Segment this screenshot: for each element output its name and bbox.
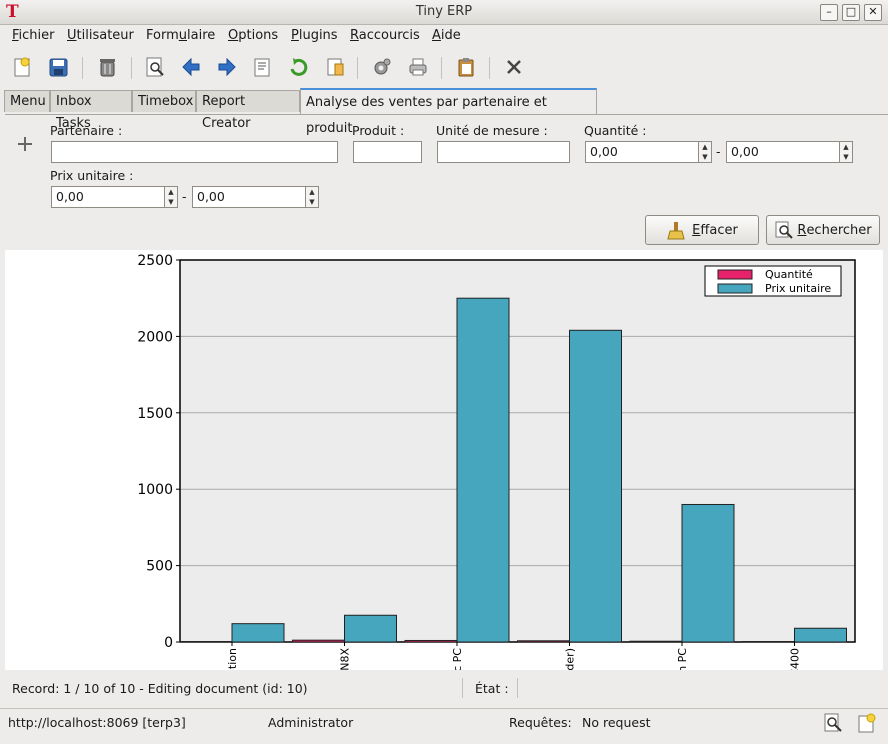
tab-report-creator[interactable]: Report Creator	[196, 90, 300, 112]
close-window-button[interactable]: ✕	[864, 4, 882, 21]
menu-bar: Fichier Utilisateur Formulaire Options P…	[0, 25, 888, 47]
y-tick-label: 500	[146, 559, 173, 575]
menu-raccourcis[interactable]: Raccourcis	[350, 28, 420, 43]
quantite-max-spinner[interactable]: ▲▼	[839, 141, 853, 163]
x-tick-label: N8X	[339, 648, 352, 670]
server-url: http://localhost:8069 [terp3]	[8, 715, 186, 730]
expand-plus-icon[interactable]	[16, 135, 34, 153]
requetes-label: Requêtes:	[509, 715, 572, 730]
effacer-button[interactable]: Effacer	[645, 215, 759, 245]
partenaire-label: Partenaire :	[50, 123, 122, 138]
tab-inbox-tasks[interactable]: Inbox Tasks	[50, 90, 132, 112]
etat-label: État :	[475, 681, 509, 696]
minimize-button[interactable]: –	[820, 4, 838, 21]
x-tick-label: C400	[789, 648, 802, 670]
prix-range-separator: -	[182, 189, 187, 204]
tab-menu[interactable]: Menu	[4, 90, 50, 112]
menu-formulaire[interactable]: Formulaire	[146, 28, 215, 43]
request-search-icon[interactable]	[822, 712, 844, 734]
x-tick-label: n PC	[676, 648, 689, 670]
window-title: Tiny ERP	[0, 4, 888, 19]
menu-plugins[interactable]: Plugins	[291, 28, 338, 43]
title-bar: T Tiny ERP – □ ✕	[0, 0, 888, 25]
plot-area	[180, 260, 855, 642]
delete-trash-icon[interactable]	[94, 54, 120, 80]
y-tick-label: 0	[164, 635, 173, 651]
current-user: Administrator	[268, 715, 353, 730]
partenaire-input[interactable]	[51, 141, 338, 163]
quantite-min-spinner[interactable]: ▲▼	[698, 141, 712, 163]
prix-min-spinner[interactable]: ▲▼	[164, 186, 178, 208]
record-status-line: Record: 1 / 10 of 10 - Editing document …	[5, 676, 883, 700]
menu-aide[interactable]: Aide	[432, 28, 461, 43]
close-tab-x-icon[interactable]	[501, 54, 527, 80]
record-info: Record: 1 / 10 of 10 - Editing document …	[12, 681, 308, 696]
y-tick-label: 2500	[137, 253, 173, 269]
next-arrow-icon[interactable]	[214, 54, 240, 80]
unite-mesure-input[interactable]	[437, 141, 570, 163]
x-tick-label: ic PC	[451, 648, 464, 670]
prix-max-input[interactable]: 0,00	[192, 186, 306, 208]
bar-prix-unitaire	[795, 628, 847, 642]
x-tick-label: rder)	[564, 648, 577, 670]
search-form: Partenaire : Produit : Unité de mesure :…	[5, 114, 888, 250]
clear-broom-icon	[666, 220, 686, 240]
legend-swatch	[718, 270, 752, 279]
bar-prix-unitaire	[232, 624, 284, 642]
requetes-value: No request	[582, 715, 651, 730]
rechercher-button[interactable]: Rechercher	[766, 215, 880, 245]
prix-min-input[interactable]: 0,00	[51, 186, 165, 208]
bar-prix-unitaire	[457, 298, 509, 642]
paste-clipboard-icon[interactable]	[453, 54, 479, 80]
bar-prix-unitaire	[570, 330, 622, 642]
legend-label: Quantité	[765, 268, 813, 281]
prix-unitaire-label: Prix unitaire :	[50, 168, 133, 183]
x-tick-label: ntion	[226, 648, 239, 670]
reload-icon[interactable]	[285, 54, 311, 80]
y-tick-label: 2000	[137, 329, 173, 345]
save-icon[interactable]	[45, 54, 71, 80]
bar-quantite	[405, 640, 457, 642]
quantite-label: Quantité :	[584, 123, 647, 138]
legend-swatch	[718, 284, 752, 293]
legend-label: Prix unitaire	[765, 282, 831, 295]
y-tick-label: 1000	[137, 482, 173, 498]
previous-arrow-icon[interactable]	[178, 54, 204, 80]
quantite-range-separator: -	[716, 144, 721, 159]
new-document-icon[interactable]	[9, 54, 35, 80]
bar-chart: 0 500 1000 1500 2000 2500 ntion N8X ic PC rder) n …	[5, 250, 883, 670]
quantite-min-input[interactable]: 0,00	[585, 141, 699, 163]
tab-timebox[interactable]: Timebox	[132, 90, 196, 112]
new-request-icon[interactable]	[856, 712, 878, 734]
search-magnifier-icon	[774, 220, 794, 240]
status-bar: http://localhost:8069 [terp3] Administra…	[0, 708, 888, 744]
toolbar	[0, 49, 888, 85]
tab-analyse-ventes[interactable]: Analyse des ventes par partenaire et pro…	[300, 88, 597, 114]
bar-quantite	[630, 641, 682, 642]
attachment-icon[interactable]	[322, 54, 348, 80]
settings-gear-icon[interactable]	[368, 54, 394, 80]
menu-utilisateur[interactable]: Utilisateur	[67, 28, 134, 43]
switch-view-icon[interactable]	[249, 54, 275, 80]
find-search-icon[interactable]	[142, 54, 168, 80]
produit-input[interactable]	[353, 141, 422, 163]
produit-label: Produit :	[352, 123, 404, 138]
bar-quantite	[293, 640, 345, 642]
prix-max-spinner[interactable]: ▲▼	[305, 186, 319, 208]
y-tick-label: 1500	[137, 406, 173, 422]
unite-mesure-label: Unité de mesure :	[436, 123, 548, 138]
maximize-button[interactable]: □	[842, 4, 860, 21]
chart-panel: 0 500 1000 1500 2000 2500 ntion N8X ic PC rder) n …	[5, 250, 883, 670]
print-icon[interactable]	[405, 54, 431, 80]
tab-bar: Menu Inbox Tasks Timebox Report Creator …	[4, 88, 888, 114]
quantite-max-input[interactable]: 0,00	[726, 141, 840, 163]
bar-prix-unitaire	[682, 504, 734, 642]
bar-prix-unitaire	[345, 615, 397, 642]
bar-quantite	[518, 641, 570, 642]
menu-fichier[interactable]: Fichier	[12, 28, 55, 43]
menu-options[interactable]: Options	[228, 28, 278, 43]
